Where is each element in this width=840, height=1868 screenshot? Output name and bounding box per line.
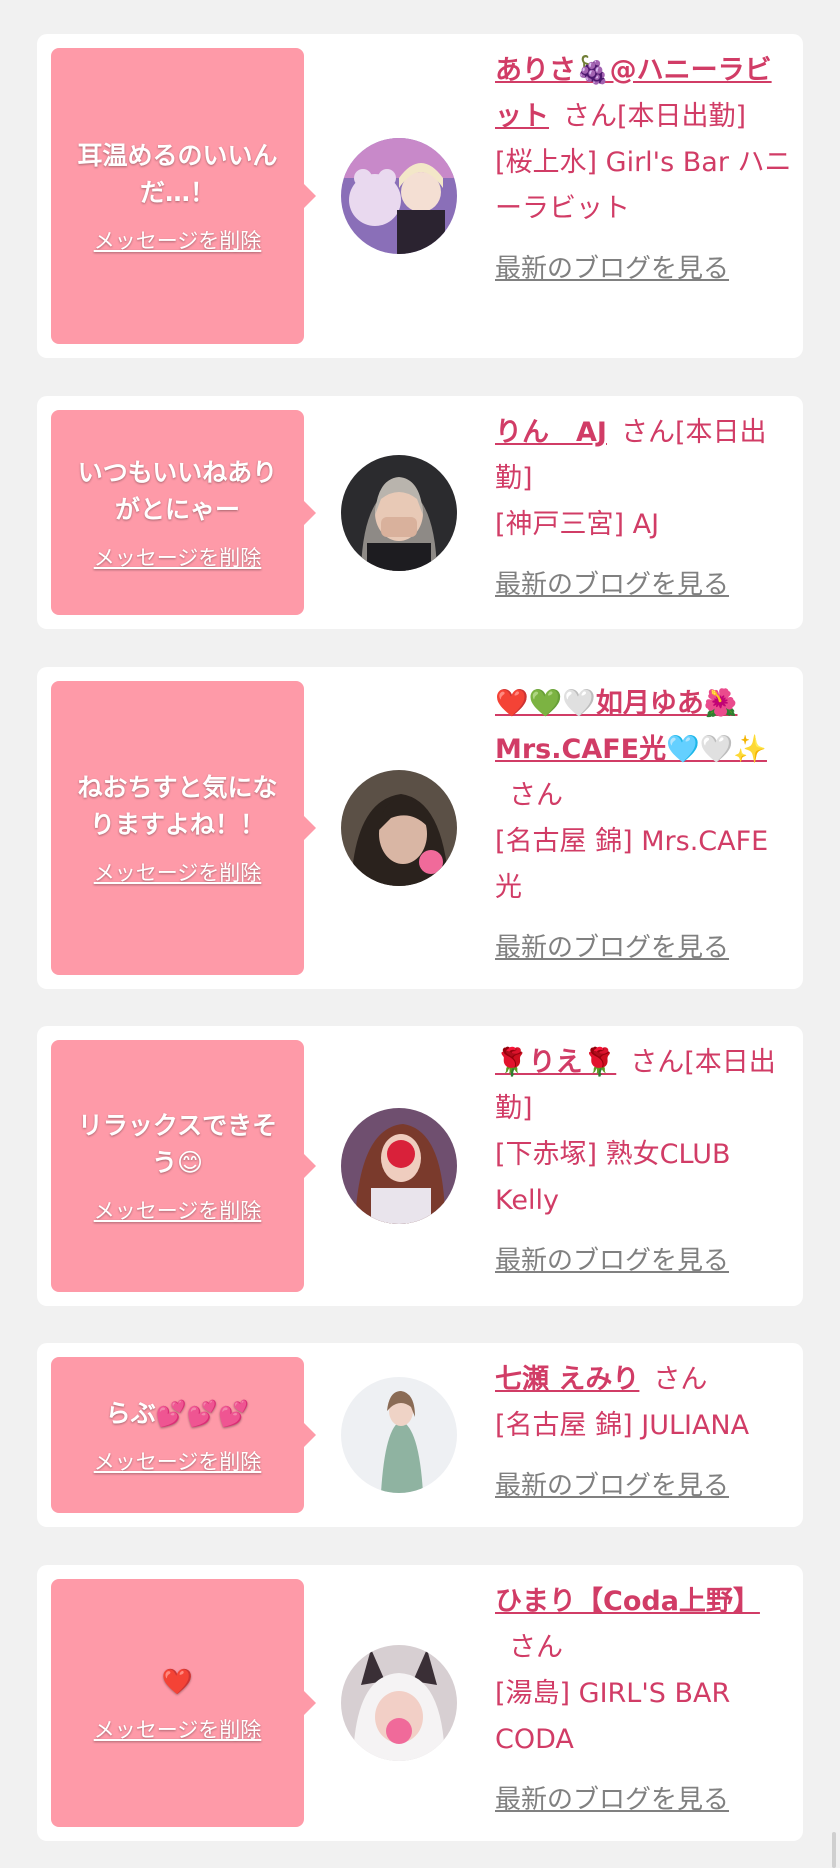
cast-honorific: さん (509, 780, 563, 811)
delete-message-link[interactable]: メッセージを削除 (94, 1446, 262, 1476)
avatar[interactable] (341, 455, 457, 571)
latest-blog-link[interactable]: 最新のブログを見る (495, 925, 795, 971)
message-card: らぶ💕💕💕 メッセージを削除 七瀬 えみり さん [名古屋 錦] JULIANA … (37, 1343, 803, 1527)
message-bubble: リラックスできそう😊 メッセージを削除 (51, 1040, 316, 1292)
shop-name: [名古屋 錦] Mrs.CAFE光 (495, 826, 769, 903)
cast-info: ❤️💚🤍如月ゆあ🌺Mrs.CAFE光🩵🤍✨ さん [名古屋 錦] Mrs.CAFE… (495, 681, 795, 971)
message-text: ❤️ (161, 1666, 194, 1696)
avatar[interactable] (341, 1377, 457, 1493)
cast-info: ひまり【Coda上野】さん [湯島] GIRL'S BAR CODA 最新のブロ… (495, 1579, 795, 1823)
cast-info: ありさ🍇@ハニーラビット さん[本日出勤] [桜上水] Girl's Bar ハニ… (495, 48, 795, 292)
delete-message-link[interactable]: メッセージを削除 (94, 225, 262, 255)
avatar[interactable] (341, 770, 457, 886)
avatar[interactable] (341, 1108, 457, 1224)
message-card: ❤️ メッセージを削除 ひまり【Coda上野】さん [湯島] GIRL'S BA… (37, 1565, 803, 1841)
delete-message-link[interactable]: メッセージを削除 (94, 857, 262, 887)
delete-message-link[interactable]: メッセージを削除 (94, 542, 262, 572)
cast-info: 🌹りえ🌹 さん[本日出勤] [下赤塚] 熟女CLUB Kelly 最新のブログを見… (495, 1040, 795, 1284)
message-card: リラックスできそう😊 メッセージを削除 🌹りえ🌹 さん[本日出勤] [下赤塚] 熟… (37, 1026, 803, 1306)
shop-name: [名古屋 錦] JULIANA (495, 1410, 750, 1441)
shop-name: [湯島] GIRL'S BAR CODA (495, 1678, 731, 1755)
cast-honorific: さん (509, 1632, 563, 1663)
avatar[interactable] (341, 1645, 457, 1761)
latest-blog-link[interactable]: 最新のブログを見る (495, 1238, 795, 1284)
message-bubble: らぶ💕💕💕 メッセージを削除 (51, 1357, 316, 1513)
message-text: リラックスできそう😊 (77, 1111, 278, 1177)
cast-name-link[interactable]: 七瀬 えみり (495, 1364, 639, 1395)
message-card: 耳温めるのいいんだ…！ メッセージを削除 ありさ🍇@ハニーラビット さん[本日出勤… (37, 34, 803, 358)
message-bubble: ねおちすと気になりますよね！！ メッセージを削除 (51, 681, 316, 975)
cast-name-link[interactable]: ひまり【Coda上野】 (495, 1586, 760, 1617)
message-text: ねおちすと気になりますよね！！ (77, 773, 278, 839)
message-card: ねおちすと気になりますよね！！ メッセージを削除 ❤️💚🤍如月ゆあ🌺Mrs.CA… (37, 667, 803, 989)
latest-blog-link[interactable]: 最新のブログを見る (495, 246, 795, 292)
shop-name: [神戸三宮] AJ (495, 509, 660, 540)
delete-message-link[interactable]: メッセージを削除 (94, 1195, 262, 1225)
cast-info: 七瀬 えみり さん [名古屋 錦] JULIANA 最新のブログを見る (495, 1357, 795, 1509)
cast-name-link[interactable]: 🌹りえ🌹 (495, 1047, 616, 1078)
latest-blog-link[interactable]: 最新のブログを見る (495, 1463, 795, 1509)
message-bubble: 耳温めるのいいんだ…！ メッセージを削除 (51, 48, 316, 344)
message-bubble: ❤️ メッセージを削除 (51, 1579, 316, 1827)
message-text: 耳温めるのいいんだ…！ (77, 141, 278, 207)
scrollbar[interactable] (832, 1832, 836, 1868)
latest-blog-link[interactable]: 最新のブログを見る (495, 1777, 795, 1823)
cast-honorific: さん[本日出勤] (563, 101, 747, 132)
cast-info: りん AJ さん[本日出勤] [神戸三宮] AJ 最新のブログを見る (495, 410, 795, 608)
cast-honorific: さん (653, 1364, 708, 1395)
shop-name: [下赤塚] 熟女CLUB Kelly (495, 1139, 731, 1216)
avatar[interactable] (341, 138, 457, 254)
cast-name-link[interactable]: ❤️💚🤍如月ゆあ🌺Mrs.CAFE光🩵🤍✨ (495, 688, 767, 765)
message-card: いつもいいねありがとにゃー メッセージを削除 りん AJ さん[本日出勤] [神戸… (37, 396, 803, 629)
message-list: 耳温めるのいいんだ…！ メッセージを削除 ありさ🍇@ハニーラビット さん[本日出勤… (0, 0, 840, 1868)
delete-message-link[interactable]: メッセージを削除 (94, 1714, 262, 1744)
message-bubble: いつもいいねありがとにゃー メッセージを削除 (51, 410, 316, 615)
latest-blog-link[interactable]: 最新のブログを見る (495, 562, 795, 608)
message-text: いつもいいねありがとにゃー (77, 457, 278, 524)
cast-name-link[interactable]: りん AJ (495, 417, 607, 448)
message-text: らぶ💕💕💕 (105, 1398, 250, 1428)
shop-name: [桜上水] Girl's Bar ハニーラビット (495, 147, 792, 224)
